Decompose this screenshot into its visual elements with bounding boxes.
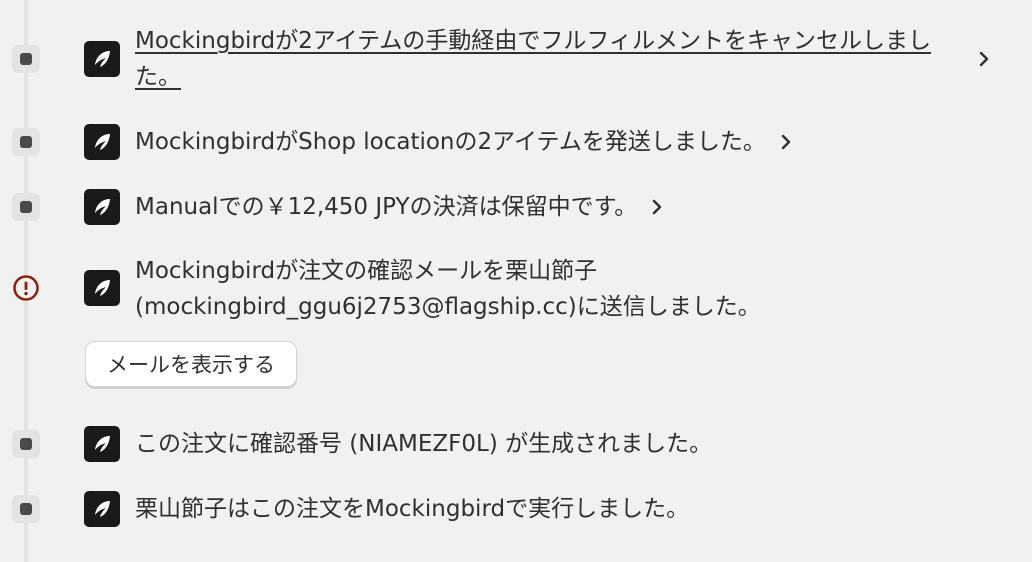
event-email-sent-line2: (mockingbird_ggu6j2753@flagship.cc)に送信しま… (135, 294, 761, 320)
bird-logo-icon (84, 189, 120, 225)
bird-logo-icon (84, 270, 120, 306)
event-payment-pending-text: Manualでの￥12,450 JPYの決済は保留中です。 (135, 194, 638, 220)
chevron-right-icon[interactable] (972, 47, 996, 71)
bird-logo-icon (84, 41, 120, 77)
timeline-bullet (12, 430, 40, 458)
timeline-bullet (12, 128, 40, 156)
event-email-sent-line1: Mockingbirdが注文の確認メールを栗山節子 (135, 258, 598, 284)
timeline-bullet (12, 193, 40, 221)
alert-circle-icon (12, 274, 40, 302)
event-payment-pending[interactable]: Manualでの￥12,450 JPYの決済は保留中です。 (135, 189, 669, 225)
bird-logo-icon (84, 426, 120, 462)
timeline-bullet (12, 45, 40, 73)
chevron-right-icon[interactable] (774, 124, 798, 160)
event-shipped[interactable]: MockingbirdがShop locationの2アイテムを発送しました。 (135, 124, 798, 160)
event-shipped-text: MockingbirdがShop locationの2アイテムを発送しました。 (135, 129, 766, 155)
event-confirmation-number: この注文に確認番号 (NIAMEZF0L) が生成されました。 (135, 431, 713, 457)
bird-logo-icon (84, 491, 120, 527)
event-cancel-fulfillment-link[interactable]: Mockingbirdが2アイテムの手動経由でフルフィルメントをキャンセルしまし… (135, 23, 955, 95)
view-email-button[interactable]: メールを表示する (85, 341, 297, 387)
timeline-bullet (12, 495, 40, 523)
bird-logo-icon (84, 124, 120, 160)
event-order-placed: 栗山節子はこの注文をMockingbirdで実行しました。 (135, 496, 690, 522)
chevron-right-icon[interactable] (645, 189, 669, 225)
